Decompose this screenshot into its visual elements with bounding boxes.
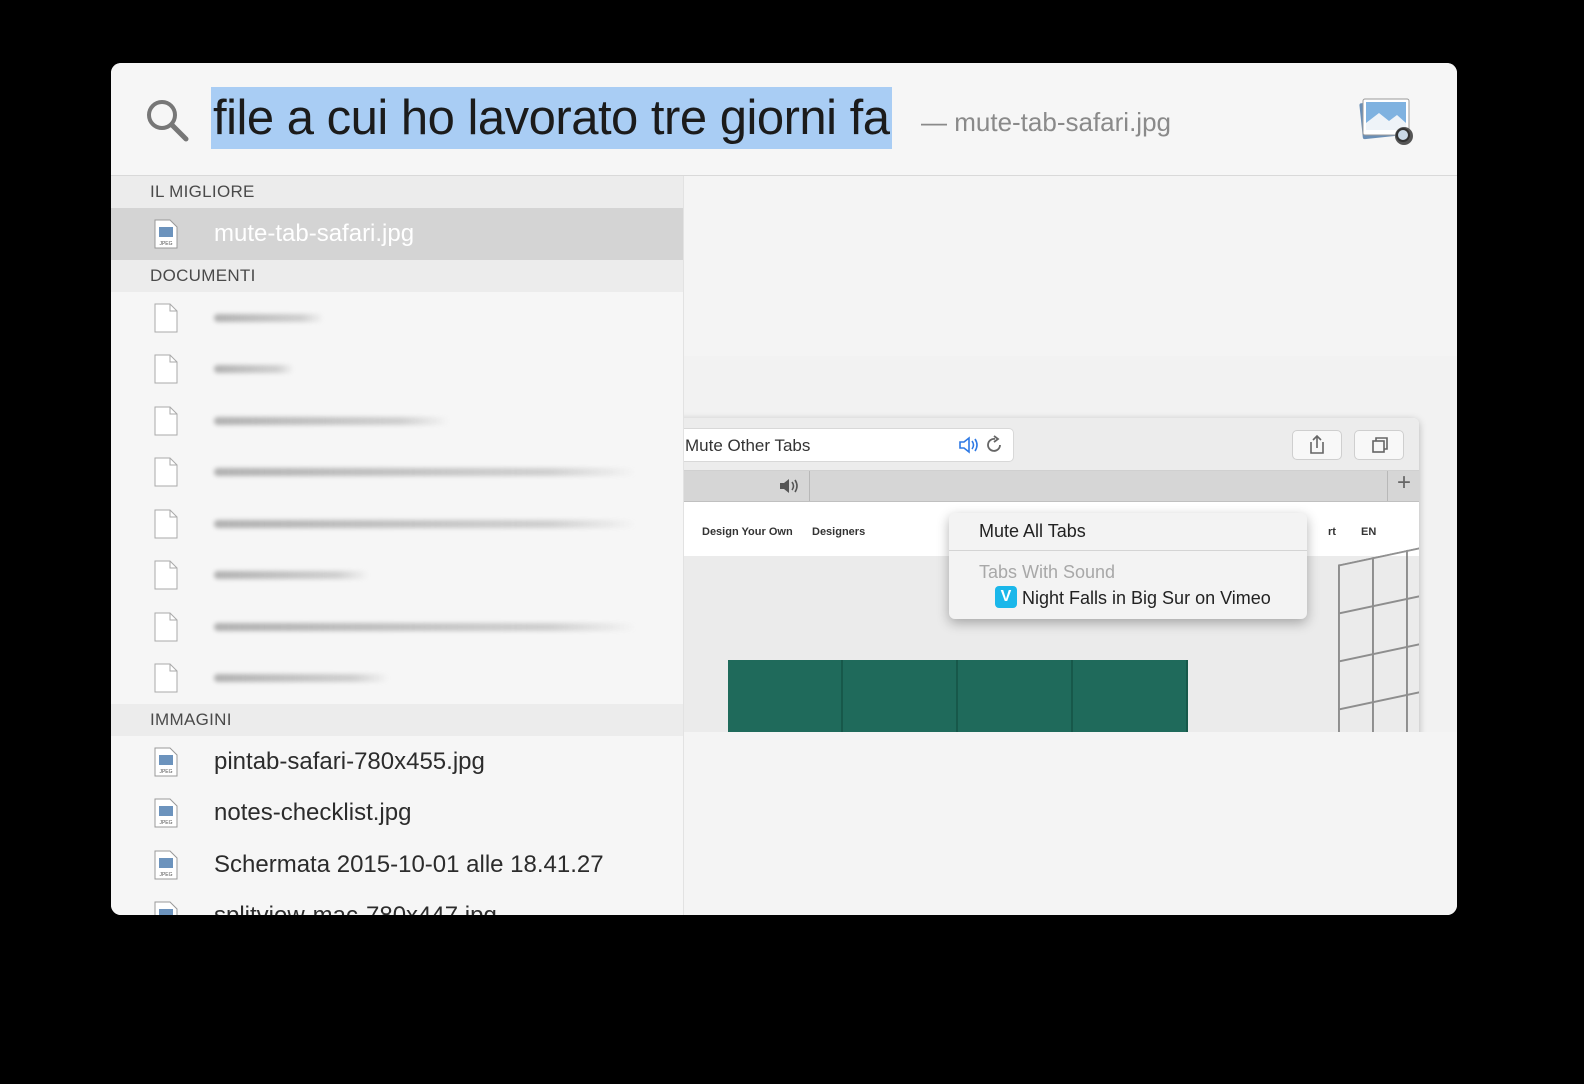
search-input[interactable]: file a cui ho lavorato tre giorni fa bbox=[211, 87, 892, 149]
result-row-top-hit[interactable]: JPEG mute-tab-safari.jpg bbox=[111, 208, 683, 260]
nav-item: Design Your Own bbox=[702, 526, 793, 538]
nav-item: rt bbox=[1328, 526, 1336, 538]
image-row[interactable]: JPEG Schermata 2015-10-01 alle 18.41.27 bbox=[111, 839, 683, 891]
result-label: splitview-mac-780x447.jpg bbox=[214, 890, 497, 915]
document-file-icon bbox=[154, 303, 178, 332]
tab-bar: + bbox=[684, 469, 1419, 502]
address-text: Mute Other Tabs bbox=[685, 436, 811, 455]
menu-item-mute-all: Mute All Tabs bbox=[979, 521, 1086, 541]
document-row[interactable] bbox=[111, 343, 683, 395]
search-bar[interactable]: file a cui ho lavorato tre giorni fa — m… bbox=[111, 63, 1457, 176]
blurred-filename bbox=[214, 416, 449, 425]
vimeo-icon: V bbox=[995, 586, 1017, 608]
result-label: mute-tab-safari.jpg bbox=[214, 220, 415, 247]
green-panel bbox=[958, 660, 1073, 732]
results-list[interactable]: IL MIGLIORE JPEG mute-tab-safari.jpg DOC… bbox=[111, 176, 684, 915]
reload-icon bbox=[987, 435, 1001, 452]
document-row[interactable] bbox=[111, 446, 683, 498]
preview-pane: Mute Other Tabs + Design Your Own Design… bbox=[684, 176, 1457, 915]
tab-separator bbox=[1387, 471, 1388, 501]
share-icon bbox=[1310, 434, 1324, 454]
tabs-icon bbox=[1372, 437, 1388, 453]
blurred-filename bbox=[214, 519, 636, 528]
nav-item: EN bbox=[1361, 526, 1377, 538]
blurred-filename bbox=[214, 571, 369, 579]
spotlight-window: file a cui ho lavorato tre giorni fa — m… bbox=[111, 63, 1457, 915]
wire-grid bbox=[1338, 547, 1419, 732]
green-panel bbox=[728, 660, 843, 732]
menu-item-sound-tab: Night Falls in Big Sur on Vimeo bbox=[1022, 588, 1271, 608]
tab-speaker-icon bbox=[780, 479, 798, 493]
tabs-button bbox=[1354, 430, 1404, 460]
document-row[interactable] bbox=[111, 395, 683, 447]
svg-text:JPEG: JPEG bbox=[159, 820, 172, 826]
preview-image: Mute Other Tabs + Design Your Own Design… bbox=[684, 356, 1457, 732]
menu-separator bbox=[949, 550, 1307, 551]
result-label: notes-checklist.jpg bbox=[214, 799, 412, 826]
blurred-filename bbox=[214, 365, 294, 373]
jpeg-file-icon: JPEG bbox=[154, 901, 178, 915]
green-panel bbox=[1073, 660, 1188, 732]
blurred-filename bbox=[214, 674, 389, 682]
jpeg-file-icon: JPEG bbox=[154, 850, 178, 879]
result-label: Schermata 2015-10-01 alle 18.41.27 bbox=[214, 850, 604, 878]
document-row[interactable] bbox=[111, 549, 683, 601]
section-header-documents: DOCUMENTI bbox=[111, 259, 683, 292]
image-row[interactable]: JPEG splitview-mac-780x447.jpg bbox=[111, 890, 683, 915]
speaker-icon bbox=[959, 436, 978, 454]
document-file-icon bbox=[154, 354, 178, 384]
section-header-top-hit: IL MIGLIORE bbox=[111, 176, 683, 208]
green-panel bbox=[843, 660, 958, 732]
jpeg-file-icon: JPEG bbox=[154, 219, 178, 249]
section-header-images: IMMAGINI bbox=[111, 703, 683, 736]
blurred-filename bbox=[214, 468, 636, 476]
completion-hint: — mute-tab-safari.jpg bbox=[921, 107, 1171, 137]
menu-section-header: Tabs With Sound bbox=[979, 562, 1116, 582]
mute-context-menu: Mute All Tabs Tabs With Sound V Night Fa… bbox=[949, 513, 1307, 619]
svg-text:JPEG: JPEG bbox=[159, 872, 172, 878]
preview-app-icon bbox=[1359, 98, 1413, 145]
document-file-icon bbox=[154, 406, 178, 435]
document-file-icon bbox=[154, 457, 178, 487]
nav-item: Designers bbox=[812, 526, 866, 538]
blurred-filename bbox=[214, 313, 324, 322]
svg-text:JPEG: JPEG bbox=[159, 769, 172, 775]
jpeg-file-icon: JPEG bbox=[154, 747, 178, 776]
document-row[interactable] bbox=[111, 601, 683, 653]
svg-text:JPEG: JPEG bbox=[159, 241, 172, 247]
jpeg-file-icon: JPEG bbox=[154, 798, 178, 828]
document-file-icon bbox=[154, 663, 178, 693]
document-row[interactable] bbox=[111, 498, 683, 550]
document-file-icon bbox=[154, 612, 178, 641]
result-label: pintab-safari-780x455.jpg bbox=[214, 747, 485, 775]
document-row[interactable] bbox=[111, 292, 683, 344]
safari-toolbar: Mute Other Tabs bbox=[684, 418, 1419, 471]
address-bar: Mute Other Tabs bbox=[684, 428, 1014, 462]
document-file-icon bbox=[154, 509, 178, 538]
share-button bbox=[1292, 430, 1342, 460]
document-file-icon bbox=[154, 560, 178, 590]
new-tab-icon: + bbox=[1396, 469, 1411, 496]
tab-separator bbox=[809, 471, 810, 501]
search-icon bbox=[147, 100, 189, 142]
image-row[interactable]: JPEG notes-checklist.jpg bbox=[111, 787, 683, 839]
document-row[interactable] bbox=[111, 652, 683, 704]
safari-window: Mute Other Tabs + Design Your Own Design… bbox=[684, 418, 1419, 732]
image-row[interactable]: JPEG pintab-safari-780x455.jpg bbox=[111, 736, 683, 788]
blurred-filename bbox=[214, 622, 636, 631]
